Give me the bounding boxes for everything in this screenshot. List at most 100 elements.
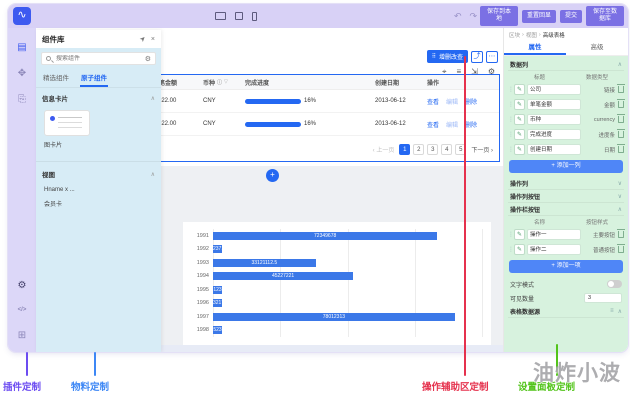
action-link[interactable]: 查看	[427, 120, 439, 129]
section-header-action-buttons[interactable]: 操作栏按钮 ∧	[508, 203, 624, 216]
list-icon[interactable]: ≡	[610, 308, 614, 315]
chart-bar[interactable]: 3217	[213, 299, 222, 307]
close-icon[interactable]: ×	[151, 36, 155, 43]
pagination-page[interactable]: 3	[427, 143, 439, 155]
pin-icon[interactable]: ➤	[138, 34, 148, 44]
chart-bar[interactable]: 45227221	[213, 272, 354, 280]
action-link[interactable]: 编辑	[446, 120, 458, 129]
component-tab[interactable]: 原子组件	[80, 69, 108, 87]
drag-handle-icon[interactable]: ⋮	[508, 246, 514, 253]
plugin-icon[interactable]: ⚙	[8, 274, 36, 296]
drag-handle-icon[interactable]: ⋮	[508, 131, 514, 138]
info-icon[interactable]: ⓘ	[217, 79, 222, 86]
delete-icon[interactable]	[617, 144, 625, 153]
filter-icon[interactable]: ▽	[224, 79, 228, 85]
drag-handle-icon[interactable]: ⋮	[508, 231, 514, 238]
topbar-button[interactable]: 重置回显	[521, 9, 556, 23]
action-link[interactable]: 编辑	[446, 97, 458, 106]
undo-icon[interactable]: ↶	[454, 11, 462, 22]
delete-icon[interactable]	[617, 129, 625, 138]
edit-icon[interactable]: ✎	[514, 129, 525, 140]
components-icon[interactable]: ▤	[8, 36, 36, 58]
chevron-up-icon[interactable]: ∧	[618, 308, 622, 315]
delete-icon[interactable]	[617, 229, 625, 238]
chart-bar[interactable]: 2371	[213, 245, 222, 253]
action-link[interactable]: 查看	[427, 97, 439, 106]
component-group-header[interactable]: 信息卡片 ∧	[36, 88, 161, 106]
section-header-datasource[interactable]: 表格数据源 ≡ ∧	[508, 305, 624, 318]
inspector-tab[interactable]: 高级	[566, 41, 628, 55]
redo-icon[interactable]: ↷	[470, 11, 478, 22]
pagination-page[interactable]: 4	[441, 143, 453, 155]
add-action-button[interactable]: + 添加一项	[509, 260, 623, 273]
mobile-preview-icon[interactable]	[252, 11, 257, 21]
search-input[interactable]	[54, 54, 140, 63]
breadcrumb-item[interactable]: 区块	[509, 31, 520, 39]
selected-crud-table[interactable]: 单笔金额 币种 ⓘ ▽ 完成进度 创建日期 操作 2,022.00 CNY 16% 2013-06…	[140, 74, 500, 162]
field-name-input[interactable]: 公司	[527, 84, 581, 95]
code-icon[interactable]: </>	[8, 299, 36, 321]
text-mode-toggle[interactable]	[607, 280, 622, 288]
fullscreen-icon[interactable]: ⇲	[471, 67, 478, 77]
breadcrumb-item[interactable]: 高级表格	[543, 31, 565, 39]
field-name-input[interactable]: 完成进度	[527, 129, 581, 140]
component-item[interactable]: 图卡片	[44, 140, 153, 149]
breadcrumb-item[interactable]: 视图	[526, 31, 537, 39]
drag-handle-icon[interactable]: ⋮	[508, 101, 514, 108]
pagination-prev[interactable]: ‹ 上一页	[373, 145, 395, 154]
field-name-input[interactable]: 币种	[527, 114, 581, 125]
selected-component-tag[interactable]: ⠿ 增删改查	[426, 50, 468, 63]
component-item[interactable]: 会员卡	[44, 199, 153, 208]
field-name-input[interactable]: 操作一	[527, 229, 581, 240]
outline-list-icon[interactable]: ≡	[456, 67, 461, 77]
topbar-button[interactable]: 提交	[559, 9, 582, 23]
field-name-input[interactable]: 单笔金额	[527, 99, 581, 110]
visible-count-input[interactable]: 3	[584, 293, 622, 303]
chart-bar[interactable]: 78012313	[213, 312, 455, 321]
action-link[interactable]: 删除	[465, 97, 477, 106]
component-search[interactable]: ⚙	[41, 52, 156, 65]
inspector-tab[interactable]: 属性	[504, 41, 566, 55]
topbar-button[interactable]: 保存到本地	[479, 6, 518, 26]
component-item[interactable]: Hname x ...	[44, 187, 153, 193]
field-name-input[interactable]: 操作二	[527, 244, 581, 255]
edit-icon[interactable]: ✎	[514, 99, 525, 110]
edit-icon[interactable]: ✎	[514, 229, 525, 240]
topbar-button[interactable]: 保存至数据库	[586, 6, 624, 26]
component-tab[interactable]: 精选组件	[42, 69, 70, 87]
search-settings-icon[interactable]: ⚙	[145, 55, 151, 63]
table-row[interactable]: 2,022.00 CNY 16% 2013-06-12 查看 编辑 删除	[141, 90, 499, 113]
chart-bar[interactable]: 123	[213, 285, 222, 294]
app-logo-icon[interactable]: ∿	[13, 7, 31, 25]
component-group-header[interactable]: 视图 ∧	[36, 164, 161, 182]
chart-bar[interactable]: 523	[213, 326, 222, 334]
field-name-input[interactable]: 创建日期	[527, 144, 581, 155]
delete-icon[interactable]	[617, 244, 625, 253]
section-header-columns[interactable]: 数据列 ∧	[508, 58, 624, 71]
table-row[interactable]: 2,022.00 CNY 16% 2013-06-12 查看 编辑 删除	[141, 113, 499, 136]
desktop-preview-icon[interactable]	[215, 12, 226, 20]
pagination-next[interactable]: 下一页 ›	[471, 145, 493, 154]
edit-icon[interactable]: ✎	[514, 144, 525, 155]
tablet-preview-icon[interactable]	[235, 12, 243, 20]
collapsed-section-header[interactable]: 操作列按钮 ∨	[508, 190, 624, 203]
drag-handle-icon[interactable]: ⋮	[508, 86, 514, 93]
frame-icon[interactable]: ⊞	[8, 324, 36, 346]
delete-icon[interactable]	[617, 99, 625, 108]
add-column-button[interactable]: + 添加一列	[509, 160, 623, 173]
pagination-page[interactable]: 1	[399, 143, 411, 155]
select-parent-button[interactable]: ⤴	[471, 50, 483, 63]
settings-icon[interactable]: ⚙	[488, 67, 495, 77]
edit-icon[interactable]: ✎	[514, 114, 525, 125]
insert-component-button[interactable]: +	[266, 169, 279, 182]
delete-icon[interactable]	[617, 114, 625, 123]
chart-bar[interactable]: 33121112.5	[213, 258, 316, 267]
edit-icon[interactable]: ✎	[514, 244, 525, 255]
component-thumbnail[interactable]	[44, 110, 90, 136]
drag-handle-icon[interactable]: ⋮	[508, 146, 514, 153]
pages-icon[interactable]: ⎘	[8, 88, 36, 110]
outline-icon[interactable]: ✥	[8, 62, 36, 84]
drag-handle-icon[interactable]: ⋮	[508, 116, 514, 123]
action-link[interactable]: 删除	[465, 120, 477, 129]
more-actions-button[interactable]: ⋯	[486, 50, 498, 63]
